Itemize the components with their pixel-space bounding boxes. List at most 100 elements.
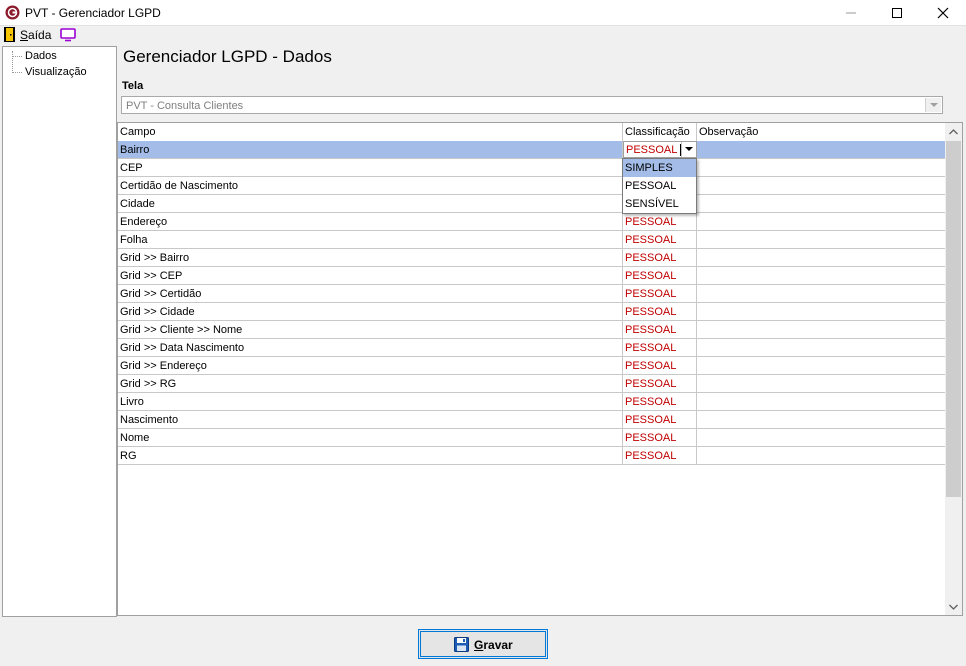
cell-observacao[interactable] [697, 447, 946, 464]
door-exit-icon[interactable] [4, 27, 15, 42]
cell-campo[interactable]: RG [118, 447, 623, 464]
scroll-up-button[interactable] [945, 123, 962, 140]
cell-classificacao-text: PESSOAL [625, 360, 677, 372]
table-row[interactable]: Livro PESSOAL [118, 393, 946, 411]
cell-classificacao[interactable]: PESSOAL [623, 429, 697, 446]
table-row[interactable]: Cidade [118, 195, 946, 213]
monitor-icon[interactable] [59, 28, 77, 42]
scroll-down-button[interactable] [945, 598, 962, 615]
cell-classificacao[interactable]: PESSOAL [623, 357, 697, 374]
table-row[interactable]: Grid >> RG PESSOAL [118, 375, 946, 393]
cell-observacao[interactable] [697, 375, 946, 392]
column-header-label: Campo [120, 126, 156, 138]
cell-observacao[interactable] [697, 357, 946, 374]
cell-classificacao[interactable]: PESSOAL [623, 411, 697, 428]
cell-campo-text: Nome [120, 432, 150, 444]
tree-item-dados[interactable]: Dados [25, 50, 57, 62]
cell-campo[interactable]: Bairro [118, 141, 623, 158]
cell-classificacao[interactable]: PESSOAL [623, 447, 697, 464]
cell-observacao[interactable] [697, 159, 946, 176]
cell-observacao[interactable] [697, 249, 946, 266]
cell-classificacao[interactable]: PESSOAL [623, 393, 697, 410]
table-row[interactable]: Nascimento PESSOAL [118, 411, 946, 429]
minimize-icon [846, 12, 856, 14]
cell-observacao[interactable] [697, 393, 946, 410]
cell-campo[interactable]: Grid >> Data Nascimento [118, 339, 623, 356]
cell-campo[interactable]: Grid >> Cliente >> Nome [118, 321, 623, 338]
cell-classificacao[interactable]: PESSOAL [623, 249, 697, 266]
cell-campo[interactable]: Nascimento [118, 411, 623, 428]
close-button[interactable] [920, 0, 966, 25]
table-row[interactable]: Grid >> Endereço PESSOAL [118, 357, 946, 375]
table-row[interactable]: Grid >> Cidade PESSOAL [118, 303, 946, 321]
cell-campo[interactable]: Grid >> Certidão [118, 285, 623, 302]
cell-observacao[interactable] [697, 195, 946, 212]
cell-campo[interactable]: CEP [118, 159, 623, 176]
cell-campo[interactable]: Cidade [118, 195, 623, 212]
tree-item-visualizacao[interactable]: Visualização [25, 66, 87, 78]
cell-classificacao[interactable]: PESSOAL [623, 213, 697, 230]
cell-classificacao[interactable]: PESSOAL [623, 285, 697, 302]
tree-connector [12, 72, 22, 73]
column-header-classificacao[interactable]: Classificação [623, 123, 697, 141]
cell-classificacao-text: PESSOAL [625, 252, 677, 264]
column-header-observacao[interactable]: Observação [697, 123, 946, 141]
save-button[interactable]: Gravar [418, 629, 548, 659]
column-header-campo[interactable]: Campo [118, 123, 623, 141]
cell-observacao[interactable] [697, 411, 946, 428]
table-row[interactable]: Folha PESSOAL [118, 231, 946, 249]
cell-observacao[interactable] [697, 429, 946, 446]
minimize-button[interactable] [828, 0, 874, 25]
cell-observacao[interactable] [697, 267, 946, 284]
cell-campo-text: Bairro [120, 144, 150, 156]
table-row[interactable]: Endereço PESSOAL [118, 213, 946, 231]
cell-campo[interactable]: Grid >> RG [118, 375, 623, 392]
table-row[interactable]: Grid >> Certidão PESSOAL [118, 285, 946, 303]
cell-classificacao[interactable]: PESSOAL [623, 303, 697, 320]
cell-observacao[interactable] [697, 213, 946, 230]
screen-select[interactable]: PVT - Consulta Clientes [121, 96, 943, 114]
cell-campo[interactable]: Livro [118, 393, 623, 410]
scroll-thumb[interactable] [946, 141, 961, 497]
table-row[interactable]: Grid >> Cliente >> Nome PESSOAL [118, 321, 946, 339]
dropdown-option[interactable]: SIMPLES [623, 159, 696, 177]
cell-classificacao[interactable]: PESSOAL [623, 375, 697, 392]
classification-dropdown-button[interactable] [681, 142, 696, 157]
dropdown-option[interactable]: SENSÍVEL [623, 195, 696, 213]
table-row[interactable]: Certidão de Nascimento [118, 177, 946, 195]
table-row[interactable]: CEP [118, 159, 946, 177]
cell-observacao[interactable] [697, 285, 946, 302]
table-row[interactable]: Bairro PESSOAL [118, 141, 946, 159]
cell-campo[interactable]: Endereço [118, 213, 623, 230]
dropdown-option[interactable]: PESSOAL [623, 177, 696, 195]
cell-campo[interactable]: Grid >> Endereço [118, 357, 623, 374]
cell-campo[interactable]: Folha [118, 231, 623, 248]
cell-campo[interactable]: Grid >> Bairro [118, 249, 623, 266]
cell-observacao[interactable] [697, 231, 946, 248]
cell-classificacao[interactable]: PESSOAL [623, 267, 697, 284]
cell-classificacao-text: PESSOAL [625, 342, 677, 354]
cell-classificacao[interactable]: PESSOAL [623, 321, 697, 338]
cell-observacao[interactable] [697, 339, 946, 356]
cell-observacao[interactable] [697, 141, 946, 158]
table-row[interactable]: Grid >> Data Nascimento PESSOAL [118, 339, 946, 357]
table-row[interactable]: Grid >> CEP PESSOAL [118, 267, 946, 285]
cell-observacao[interactable] [697, 321, 946, 338]
cell-campo[interactable]: Grid >> CEP [118, 267, 623, 284]
cell-campo[interactable]: Certidão de Nascimento [118, 177, 623, 194]
cell-classificacao[interactable]: PESSOAL [623, 339, 697, 356]
exit-menu-item[interactable]: Saída [20, 28, 51, 42]
chevron-down-icon [930, 103, 938, 107]
table-row[interactable]: Nome PESSOAL [118, 429, 946, 447]
cell-campo[interactable]: Grid >> Cidade [118, 303, 623, 320]
cell-observacao[interactable] [697, 303, 946, 320]
cell-classificacao[interactable]: PESSOAL [623, 231, 697, 248]
table-row[interactable]: RG PESSOAL [118, 447, 946, 465]
cell-campo[interactable]: Nome [118, 429, 623, 446]
classification-editor[interactable]: PESSOAL [623, 141, 697, 158]
cell-observacao[interactable] [697, 177, 946, 194]
maximize-button[interactable] [874, 0, 920, 25]
vertical-scrollbar[interactable] [945, 123, 962, 615]
table-row[interactable]: Grid >> Bairro PESSOAL [118, 249, 946, 267]
screen-select-dropdown-button[interactable] [925, 98, 941, 112]
